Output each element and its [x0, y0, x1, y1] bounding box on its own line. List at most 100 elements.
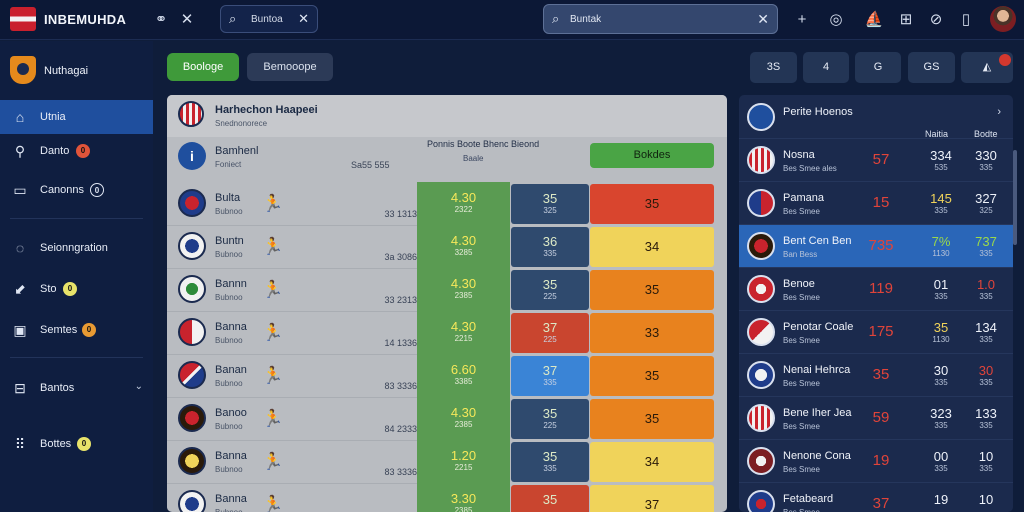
- bet-cell[interactable]: 34: [590, 227, 714, 267]
- odds-value[interactable]: 145 335: [919, 191, 963, 215]
- table-row[interactable]: Buntn Bubnoo 🏃 3a 3086 4.30 3285 36 335 …: [167, 225, 727, 268]
- sidebar-item-utnia[interactable]: ⌂ Utnia: [0, 100, 153, 134]
- odds-value[interactable]: 134 335: [964, 320, 1008, 344]
- odds-value[interactable]: 59: [859, 409, 903, 426]
- list-item[interactable]: Pamana Bes Smee 15 145 335 327 325: [739, 181, 1013, 224]
- odds-cell[interactable]: 4.30 2322: [417, 182, 510, 225]
- odds-cell[interactable]: 35 225: [511, 399, 589, 439]
- tools-icon[interactable]: ✕: [176, 9, 198, 31]
- list-item[interactable]: Nenone Cona Bes Smee 19 00 335 10 335: [739, 439, 1013, 482]
- add-icon[interactable]: +: [791, 9, 813, 31]
- sidebar-item-sto[interactable]: ⬋ Sto 0: [0, 272, 153, 306]
- sidebar-item-seionngration[interactable]: ◌ Seionngration: [0, 231, 153, 265]
- toolbar-button-4[interactable]: GS: [908, 52, 955, 83]
- odds-value[interactable]: 37: [859, 495, 903, 512]
- bet-cell[interactable]: 35: [590, 270, 714, 310]
- odds-cell[interactable]: 4.30 2215: [417, 311, 510, 354]
- list-item[interactable]: Benoe Bes Smee 119 01 335 1.0 335: [739, 267, 1013, 310]
- toolbar-button-3[interactable]: G: [855, 52, 901, 83]
- odds-cell[interactable]: 35: [511, 485, 589, 512]
- link-icon[interactable]: ⚭: [150, 9, 172, 31]
- sidebar-item-semtes[interactable]: ▣ Semtes 0: [0, 313, 153, 347]
- table-row[interactable]: Bulta Bubnoo 🏃 33 1313 4.30 2322 35 325 …: [167, 182, 727, 225]
- odds-value[interactable]: 323 335: [919, 406, 963, 430]
- odds-cell[interactable]: 37 225: [511, 313, 589, 353]
- odds-value[interactable]: 330 335: [964, 148, 1008, 172]
- odds-value[interactable]: 334 535: [919, 148, 963, 172]
- compass-icon[interactable]: ⊘: [925, 9, 947, 31]
- odds-value[interactable]: 19: [859, 452, 903, 469]
- odds-value[interactable]: 57: [859, 151, 903, 168]
- table-row[interactable]: Banna Bubnoo 🏃 14 1336 4.30 2215 37 225 …: [167, 311, 727, 354]
- bet-cell[interactable]: 34: [590, 442, 714, 482]
- scrollbar[interactable]: [1013, 150, 1017, 245]
- odds-cell[interactable]: 35 225: [511, 270, 589, 310]
- odds-value[interactable]: 327 325: [964, 191, 1008, 215]
- sidebar-item-bantos[interactable]: ⊟ Bantos ⌄: [0, 371, 153, 405]
- sidebar-item-canonns[interactable]: ▭ Canonns 0: [0, 173, 153, 207]
- odds-value[interactable]: 10: [964, 492, 1008, 507]
- odds-cell[interactable]: 6.60 3385: [417, 354, 510, 397]
- sidebar-item-danto[interactable]: ⚲ Danto 0: [0, 134, 153, 168]
- list-item[interactable]: Bene Iher Jea Bes Smee 59 323 335 133 33…: [739, 396, 1013, 439]
- chevron-down-icon[interactable]: ⌄: [135, 381, 143, 392]
- odds-cell[interactable]: 4.30 2385: [417, 397, 510, 440]
- bets-header-button[interactable]: Bokdes: [590, 143, 714, 168]
- bet-cell[interactable]: 35: [590, 184, 714, 224]
- odds-value[interactable]: 35 1130: [919, 320, 963, 344]
- odds-value[interactable]: 1.0 335: [964, 277, 1008, 301]
- list-item[interactable]: Penotar Coale Bes Smee 175 35 1130 134 3…: [739, 310, 1013, 353]
- avatar[interactable]: [990, 6, 1016, 32]
- table-row[interactable]: Banan Bubnoo 🏃 83 3336 6.60 3385 37 335 …: [167, 354, 727, 397]
- toolbar-button-2[interactable]: 4: [803, 52, 849, 83]
- odds-value[interactable]: 119: [859, 280, 903, 297]
- list-item[interactable]: Fetabeard Bes Smee 37 19 10: [739, 482, 1013, 512]
- odds-value[interactable]: 00 335: [919, 449, 963, 473]
- odds-cell[interactable]: 3.30 2385: [417, 483, 510, 512]
- sidebar-item-bottes[interactable]: ⠿ Bottes 0: [0, 427, 153, 461]
- table-row[interactable]: Banna Bubnoo 🏃 3.30 2385 35 37: [167, 483, 727, 512]
- notifications-button[interactable]: ◭: [961, 52, 1013, 83]
- list-item[interactable]: Nenai Hehrca Bes Smee 35 30 335 30 335: [739, 353, 1013, 396]
- chevron-icon[interactable]: ›: [997, 106, 1001, 118]
- table-row[interactable]: Banna Bubnoo 🏃 83 3336 1.20 2215 35 335 …: [167, 440, 727, 483]
- odds-value[interactable]: 133 335: [964, 406, 1008, 430]
- odds-value[interactable]: 175: [859, 323, 903, 340]
- bet-cell[interactable]: 33: [590, 313, 714, 353]
- odds-value[interactable]: 735: [859, 237, 903, 254]
- toolbar-button-1[interactable]: 3S: [750, 52, 797, 83]
- odds-value[interactable]: 30 335: [964, 363, 1008, 387]
- odds-value[interactable]: 7% 1130: [919, 234, 963, 258]
- odds-cell[interactable]: 4.30 3285: [417, 225, 510, 268]
- clear-icon[interactable]: ✕: [757, 11, 769, 28]
- odds-value[interactable]: 01 335: [919, 277, 963, 301]
- table-row[interactable]: Bannn Bubnoo 🏃 33 2313 4.30 2385 35 225 …: [167, 268, 727, 311]
- grid-icon[interactable]: ⊞: [895, 9, 917, 31]
- odds-value[interactable]: 35: [859, 366, 903, 383]
- globe-icon[interactable]: ◎: [825, 9, 847, 31]
- list-item[interactable]: Nosna Bes Smee ales 57 334 535 330 335: [739, 138, 1013, 181]
- bet-cell[interactable]: 37: [590, 485, 714, 512]
- brand-logo[interactable]: [10, 7, 36, 31]
- odds-value[interactable]: 15: [859, 194, 903, 211]
- bet-cell[interactable]: 35: [590, 399, 714, 439]
- odds-value[interactable]: 30 335: [919, 363, 963, 387]
- odds-value[interactable]: 10 335: [964, 449, 1008, 473]
- odds-cell[interactable]: 4.30 2385: [417, 268, 510, 311]
- table-row[interactable]: Banoo Bubnoo 🏃 84 2333 4.30 2385 35 225 …: [167, 397, 727, 440]
- secondary-action-button[interactable]: Bemooope: [247, 53, 333, 81]
- clear-icon[interactable]: ✕: [298, 11, 309, 27]
- odds-cell[interactable]: 35 335: [511, 442, 589, 482]
- tablet-icon[interactable]: ▯: [955, 9, 977, 31]
- list-item[interactable]: Bent Cen Ben Ban Bess 735 7% 1130 737 33…: [739, 224, 1013, 267]
- ship-icon[interactable]: ⛵: [863, 9, 885, 31]
- odds-cell[interactable]: 37 335: [511, 356, 589, 396]
- primary-action-button[interactable]: Boologe: [167, 53, 239, 81]
- quick-search-input[interactable]: ⌕ Buntoa ✕: [220, 5, 318, 33]
- main-search-input[interactable]: ⌕ Buntak ✕: [543, 4, 778, 34]
- bet-cell[interactable]: 35: [590, 356, 714, 396]
- odds-cell[interactable]: 1.20 2215: [417, 440, 510, 483]
- odds-value[interactable]: 737 335: [964, 234, 1008, 258]
- odds-value[interactable]: 19: [919, 492, 963, 507]
- odds-cell[interactable]: 35 325: [511, 184, 589, 224]
